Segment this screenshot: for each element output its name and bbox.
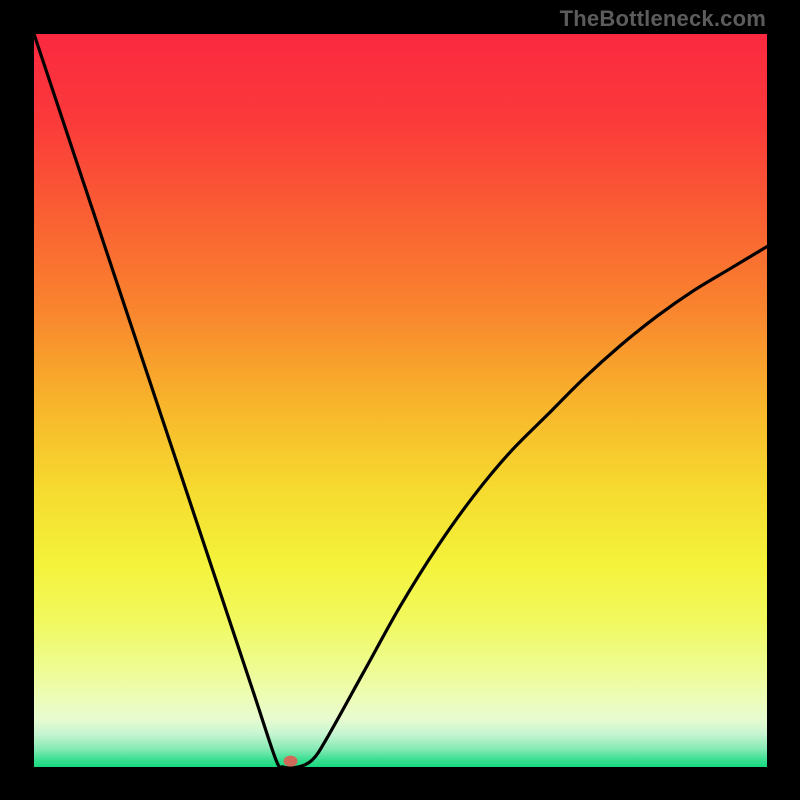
plot-area bbox=[34, 34, 767, 767]
bottleneck-chart bbox=[34, 34, 767, 767]
chart-frame: TheBottleneck.com bbox=[0, 0, 800, 800]
gradient-background bbox=[34, 34, 767, 767]
optimum-marker bbox=[284, 756, 298, 767]
watermark-text: TheBottleneck.com bbox=[560, 6, 766, 32]
